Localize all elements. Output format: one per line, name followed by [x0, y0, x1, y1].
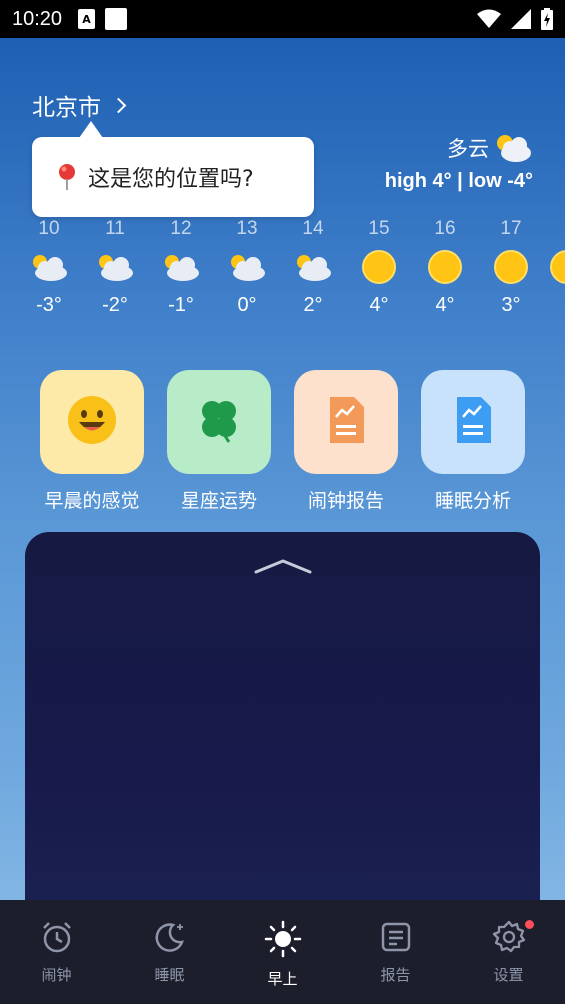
notification-icon: A	[78, 9, 96, 29]
forecast-hour: 11	[105, 218, 125, 239]
forecast-hour: 10	[38, 218, 60, 239]
location-pin-icon	[59, 164, 75, 190]
forecast-hour-item: 12 -1°	[148, 216, 214, 317]
forecast-temp: 0°	[237, 294, 257, 316]
alarm-clock-icon	[40, 920, 74, 958]
bottom-tab-bar: 闹钟 睡眠 早上 报告 设置	[0, 900, 565, 1004]
forecast-temp: 2°	[303, 294, 323, 316]
tab-label: 早上	[267, 970, 298, 988]
forecast-temp: 4°	[369, 294, 389, 316]
forecast-hour-item: 14 2°	[280, 216, 346, 317]
sun-icon	[534, 246, 565, 288]
report-icon	[379, 920, 413, 958]
forecast-hour: 12	[170, 218, 192, 239]
city-name: 北京市	[32, 95, 101, 121]
high-low-temperature: high 4° | low -4°	[384, 170, 533, 192]
chevron-right-icon	[110, 97, 127, 113]
hourly-forecast[interactable]: 10 -3° 11 -2° 12 -1° 13 0° 14 2° 15 4° 16 4° 17 3°	[16, 216, 565, 326]
partly-cloudy-icon	[82, 246, 148, 288]
forecast-hour-item: 13 0°	[214, 216, 280, 317]
forecast-temp: -2°	[102, 294, 128, 316]
signal-icon	[511, 9, 531, 29]
forecast-temp: 4°	[435, 294, 455, 316]
tab-report[interactable]: 报告	[339, 900, 452, 1004]
partly-cloudy-icon	[497, 135, 531, 162]
current-weather: 多云 high 4° | low -4°	[385, 132, 533, 193]
feature-shortcuts: 早晨的感觉 星座运势 闹钟报告 睡眠分析	[40, 370, 530, 520]
sun-icon	[264, 920, 302, 962]
forecast-hour-item-partial	[534, 216, 565, 288]
feature-smiley[interactable]: 早晨的感觉	[40, 370, 144, 513]
tab-label: 睡眠	[154, 966, 185, 984]
feature-label: 星座运势	[180, 490, 257, 512]
report-icon	[326, 395, 366, 449]
feature-report[interactable]: 闹钟报告	[294, 370, 398, 513]
notification-square-icon	[105, 8, 128, 30]
status-bar: 10:20 A	[0, 0, 565, 38]
feature-label: 睡眠分析	[434, 490, 511, 512]
location-prompt-tooltip[interactable]: 这是您的位置吗?	[32, 121, 314, 217]
tab-label: 报告	[380, 966, 411, 984]
feature-clover[interactable]: 星座运势	[167, 370, 271, 513]
forecast-temp: -1°	[168, 294, 194, 316]
partly-cloudy-icon	[148, 246, 214, 288]
forecast-temp: 3°	[501, 294, 521, 316]
tab-label: 闹钟	[41, 966, 72, 984]
feature-tile[interactable]	[40, 370, 144, 474]
gear-icon	[492, 920, 526, 958]
clover-icon	[193, 394, 245, 450]
analysis-icon	[453, 395, 493, 449]
tab-gear[interactable]: 设置	[452, 900, 565, 1004]
feature-analysis[interactable]: 睡眠分析	[421, 370, 525, 513]
forecast-hour: 16	[434, 218, 456, 239]
sun-icon	[412, 246, 478, 288]
tab-moon[interactable]: 睡眠	[113, 900, 226, 1004]
sun-icon	[346, 246, 412, 288]
feature-tile[interactable]	[294, 370, 398, 474]
forecast-hour-item: 11 -2°	[82, 216, 148, 317]
forecast-temp: -3°	[36, 294, 62, 316]
partly-cloudy-icon	[280, 246, 346, 288]
forecast-hour: 15	[368, 218, 390, 239]
feature-label: 早晨的感觉	[44, 490, 140, 512]
notification-badge	[525, 920, 534, 929]
status-time: 10:20	[12, 7, 63, 30]
tab-alarm-clock[interactable]: 闹钟	[0, 900, 113, 1004]
condition-text: 多云	[447, 137, 489, 161]
forecast-hour-item: 16 4°	[412, 216, 478, 317]
city-selector[interactable]: 北京市	[32, 88, 127, 122]
tab-sun[interactable]: 早上	[226, 900, 339, 1004]
forecast-hour-item: 15 4°	[346, 216, 412, 317]
location-prompt-text: 这是您的位置吗?	[88, 167, 254, 192]
feature-tile[interactable]	[167, 370, 271, 474]
forecast-hour-item: 10 -3°	[16, 216, 82, 317]
battery-icon	[541, 8, 553, 30]
partly-cloudy-icon	[16, 246, 82, 288]
wifi-icon	[477, 9, 501, 28]
feature-label: 闹钟报告	[307, 490, 384, 512]
tab-label: 设置	[493, 966, 524, 984]
forecast-hour: 14	[302, 218, 324, 239]
moon-icon	[153, 920, 187, 958]
chevron-up-icon[interactable]	[254, 558, 312, 574]
smiley-icon	[66, 394, 118, 450]
expandable-panel	[25, 532, 540, 912]
forecast-hour: 13	[236, 218, 258, 239]
feature-tile[interactable]	[421, 370, 525, 474]
status-icons	[477, 8, 553, 30]
partly-cloudy-icon	[214, 246, 280, 288]
